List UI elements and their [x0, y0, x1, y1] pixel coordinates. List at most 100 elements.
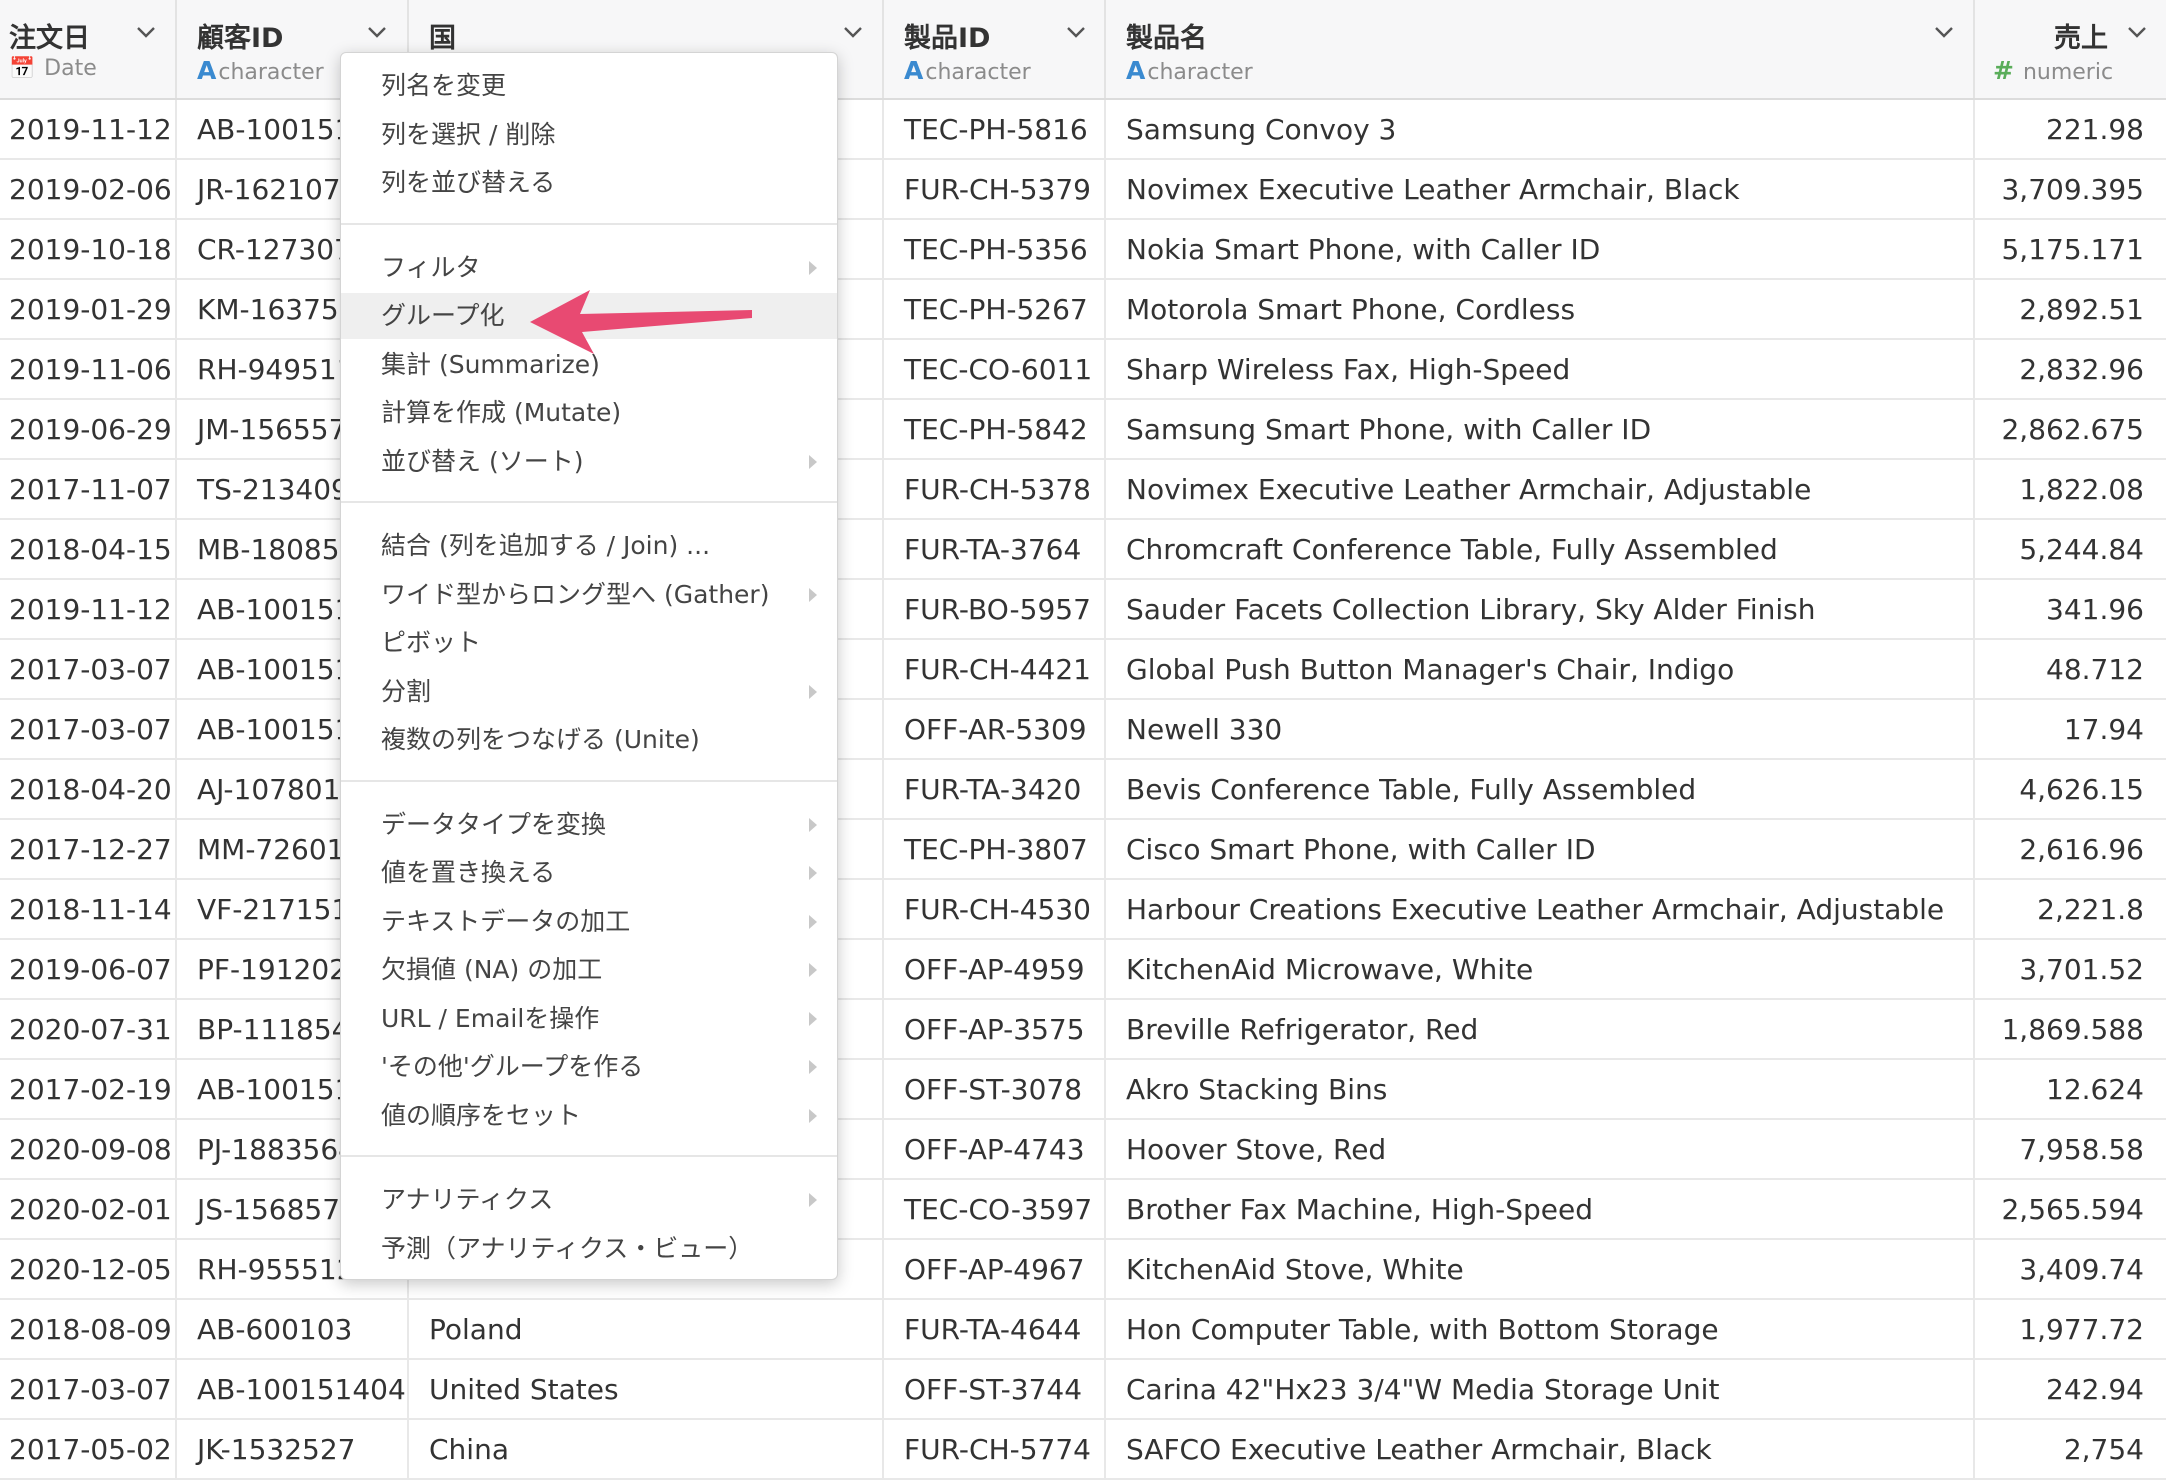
- cell-order-date[interactable]: 2019-02-06: [0, 160, 177, 220]
- menu-item[interactable]: 分割: [341, 669, 837, 715]
- cell-sales[interactable]: 17.94: [1975, 700, 2166, 760]
- cell-order-date[interactable]: 2019-11-12: [0, 100, 177, 160]
- cell-product-id[interactable]: TEC-PH-5356: [884, 220, 1106, 280]
- cell-sales[interactable]: 341.96: [1975, 580, 2166, 640]
- table-row[interactable]: 2018-11-14 VF-2171518 FUR-CH-4530 Harbour C…: [0, 880, 2166, 940]
- cell-order-date[interactable]: 2018-04-20: [0, 760, 177, 820]
- cell-sales[interactable]: 3,709.395: [1975, 160, 2166, 220]
- cell-customer-id[interactable]: JK-1532527: [177, 1420, 409, 1480]
- menu-item[interactable]: 'その他'グループを作る: [341, 1044, 837, 1090]
- cell-order-date[interactable]: 2020-02-01: [0, 1180, 177, 1240]
- cell-order-date[interactable]: 2017-05-02: [0, 1420, 177, 1480]
- column-header-product-id[interactable]: 製品ID Acharacter: [884, 0, 1106, 98]
- cell-product-name[interactable]: Samsung Convoy 3: [1106, 100, 1975, 160]
- cell-product-name[interactable]: Sauder Facets Collection Library, Sky Al…: [1106, 580, 1975, 640]
- cell-product-name[interactable]: KitchenAid Microwave, White: [1106, 940, 1975, 1000]
- cell-product-id[interactable]: OFF-AP-4967: [884, 1240, 1106, 1300]
- cell-product-id[interactable]: FUR-TA-3420: [884, 760, 1106, 820]
- cell-sales[interactable]: 2,892.51: [1975, 280, 2166, 340]
- table-row[interactable]: 2017-03-07 AB-100151404 United States OFF-S…: [0, 1360, 2166, 1420]
- cell-order-date[interactable]: 2018-04-15: [0, 520, 177, 580]
- cell-product-id[interactable]: FUR-TA-3764: [884, 520, 1106, 580]
- cell-order-date[interactable]: 2017-03-07: [0, 640, 177, 700]
- table-row[interactable]: 2019-02-06 JR-162107 FUR-CH-5379 Novimex Ex…: [0, 160, 2166, 220]
- cell-product-id[interactable]: OFF-AP-3575: [884, 1000, 1106, 1060]
- table-row[interactable]: 2017-03-07 AB-100151 OFF-AR-5309 Newell 330…: [0, 700, 2166, 760]
- cell-order-date[interactable]: 2019-06-29: [0, 400, 177, 460]
- table-row[interactable]: 2018-04-15 MB-180859 FUR-TA-3764 Chromcraft…: [0, 520, 2166, 580]
- cell-product-id[interactable]: TEC-PH-5267: [884, 280, 1106, 340]
- cell-product-id[interactable]: FUR-CH-4421: [884, 640, 1106, 700]
- cell-product-name[interactable]: Chromcraft Conference Table, Fully Assem…: [1106, 520, 1975, 580]
- cell-product-id[interactable]: OFF-AR-5309: [884, 700, 1106, 760]
- cell-product-name[interactable]: Motorola Smart Phone, Cordless: [1106, 280, 1975, 340]
- table-row[interactable]: 2019-06-07 PF-1912027 OFF-AP-4959 KitchenAi…: [0, 940, 2166, 1000]
- cell-order-date[interactable]: 2020-12-05: [0, 1240, 177, 1300]
- menu-item[interactable]: 並び替え (ソート): [341, 439, 837, 485]
- cell-order-date[interactable]: 2018-08-09: [0, 1300, 177, 1360]
- table-row[interactable]: 2017-11-07 TS-213409 FUR-CH-5378 Novimex Ex…: [0, 460, 2166, 520]
- menu-item[interactable]: 予測（アナリティクス・ビュー）: [341, 1226, 837, 1272]
- cell-order-date[interactable]: 2020-07-31: [0, 1000, 177, 1060]
- menu-item[interactable]: ピボット: [341, 620, 837, 666]
- cell-product-id[interactable]: OFF-ST-3744: [884, 1360, 1106, 1420]
- cell-country[interactable]: Poland: [409, 1300, 884, 1360]
- cell-order-date[interactable]: 2017-03-07: [0, 1360, 177, 1420]
- cell-product-id[interactable]: FUR-CH-5379: [884, 160, 1106, 220]
- table-row[interactable]: 2017-02-19 AB-100151 OFF-ST-3078 Akro Stack…: [0, 1060, 2166, 1120]
- menu-item[interactable]: 列を選択 / 削除: [341, 112, 837, 158]
- cell-product-name[interactable]: Hoover Stove, Red: [1106, 1120, 1975, 1180]
- cell-order-date[interactable]: 2018-11-14: [0, 880, 177, 940]
- cell-country[interactable]: China: [409, 1420, 884, 1480]
- chevron-down-icon[interactable]: [2125, 20, 2153, 44]
- cell-sales[interactable]: 2,565.594: [1975, 1180, 2166, 1240]
- cell-product-id[interactable]: TEC-PH-5842: [884, 400, 1106, 460]
- menu-item[interactable]: アナリティクス: [341, 1177, 837, 1223]
- cell-sales[interactable]: 2,221.8: [1975, 880, 2166, 940]
- cell-sales[interactable]: 221.98: [1975, 100, 2166, 160]
- cell-product-id[interactable]: TEC-CO-3597: [884, 1180, 1106, 1240]
- cell-order-date[interactable]: 2020-09-08: [0, 1120, 177, 1180]
- menu-item[interactable]: データタイプを変換: [341, 802, 837, 848]
- cell-country[interactable]: United States: [409, 1360, 884, 1420]
- table-row[interactable]: 2018-04-20 AJ-107801 FUR-TA-3420 Bevis Conf…: [0, 760, 2166, 820]
- cell-product-id[interactable]: TEC-CO-6011: [884, 340, 1106, 400]
- cell-sales[interactable]: 5,244.84: [1975, 520, 2166, 580]
- cell-product-name[interactable]: Novimex Executive Leather Armchair, Blac…: [1106, 160, 1975, 220]
- cell-product-name[interactable]: Carina 42"Hx23 3/4"W Media Storage Unit: [1106, 1360, 1975, 1420]
- cell-product-name[interactable]: Sharp Wireless Fax, High-Speed: [1106, 340, 1975, 400]
- cell-product-name[interactable]: Harbour Creations Executive Leather Armc…: [1106, 880, 1975, 940]
- menu-item[interactable]: ワイド型からロング型へ (Gather): [341, 572, 837, 618]
- table-row[interactable]: 2019-11-06 RH-949511 TEC-CO-6011 Sharp Wire…: [0, 340, 2166, 400]
- cell-product-id[interactable]: OFF-ST-3078: [884, 1060, 1106, 1120]
- cell-product-name[interactable]: Akro Stacking Bins: [1106, 1060, 1975, 1120]
- menu-item[interactable]: 結合 (列を追加する / Join) ...: [341, 523, 837, 569]
- chevron-down-icon[interactable]: [841, 20, 869, 44]
- cell-order-date[interactable]: 2017-03-07: [0, 700, 177, 760]
- cell-product-id[interactable]: OFF-AP-4743: [884, 1120, 1106, 1180]
- table-row[interactable]: 2019-10-18 CR-127307 TEC-PH-5356 Nokia Smar…: [0, 220, 2166, 280]
- cell-product-id[interactable]: OFF-AP-4959: [884, 940, 1106, 1000]
- menu-item[interactable]: 値の順序をセット: [341, 1093, 837, 1139]
- menu-item[interactable]: 列名を変更: [341, 63, 837, 109]
- menu-item[interactable]: 値を置き換える: [341, 850, 837, 896]
- cell-order-date[interactable]: 2017-12-27: [0, 820, 177, 880]
- column-header-sales[interactable]: 売上 # numeric: [1975, 0, 2166, 98]
- table-row[interactable]: 2020-07-31 BP-111854 OFF-AP-3575 Breville R…: [0, 1000, 2166, 1060]
- menu-item[interactable]: テキストデータの加工: [341, 899, 837, 945]
- cell-product-name[interactable]: Bevis Conference Table, Fully Assembled: [1106, 760, 1975, 820]
- cell-product-name[interactable]: SAFCO Executive Leather Armchair, Black: [1106, 1420, 1975, 1480]
- chevron-down-icon[interactable]: [134, 20, 162, 44]
- cell-customer-id[interactable]: AB-600103: [177, 1300, 409, 1360]
- cell-sales[interactable]: 4,626.15: [1975, 760, 2166, 820]
- menu-item[interactable]: 複数の列をつなげる (Unite): [341, 717, 837, 763]
- cell-product-name[interactable]: Cisco Smart Phone, with Caller ID: [1106, 820, 1975, 880]
- cell-product-id[interactable]: FUR-BO-5957: [884, 580, 1106, 640]
- cell-product-name[interactable]: Nokia Smart Phone, with Caller ID: [1106, 220, 1975, 280]
- cell-sales[interactable]: 7,958.58: [1975, 1120, 2166, 1180]
- chevron-down-icon[interactable]: [1064, 20, 1092, 44]
- table-row[interactable]: 2019-01-29 KM-163754 TEC-PH-5267 Motorola S…: [0, 280, 2166, 340]
- cell-sales[interactable]: 1,869.588: [1975, 1000, 2166, 1060]
- chevron-down-icon[interactable]: [365, 20, 393, 44]
- cell-order-date[interactable]: 2019-11-06: [0, 340, 177, 400]
